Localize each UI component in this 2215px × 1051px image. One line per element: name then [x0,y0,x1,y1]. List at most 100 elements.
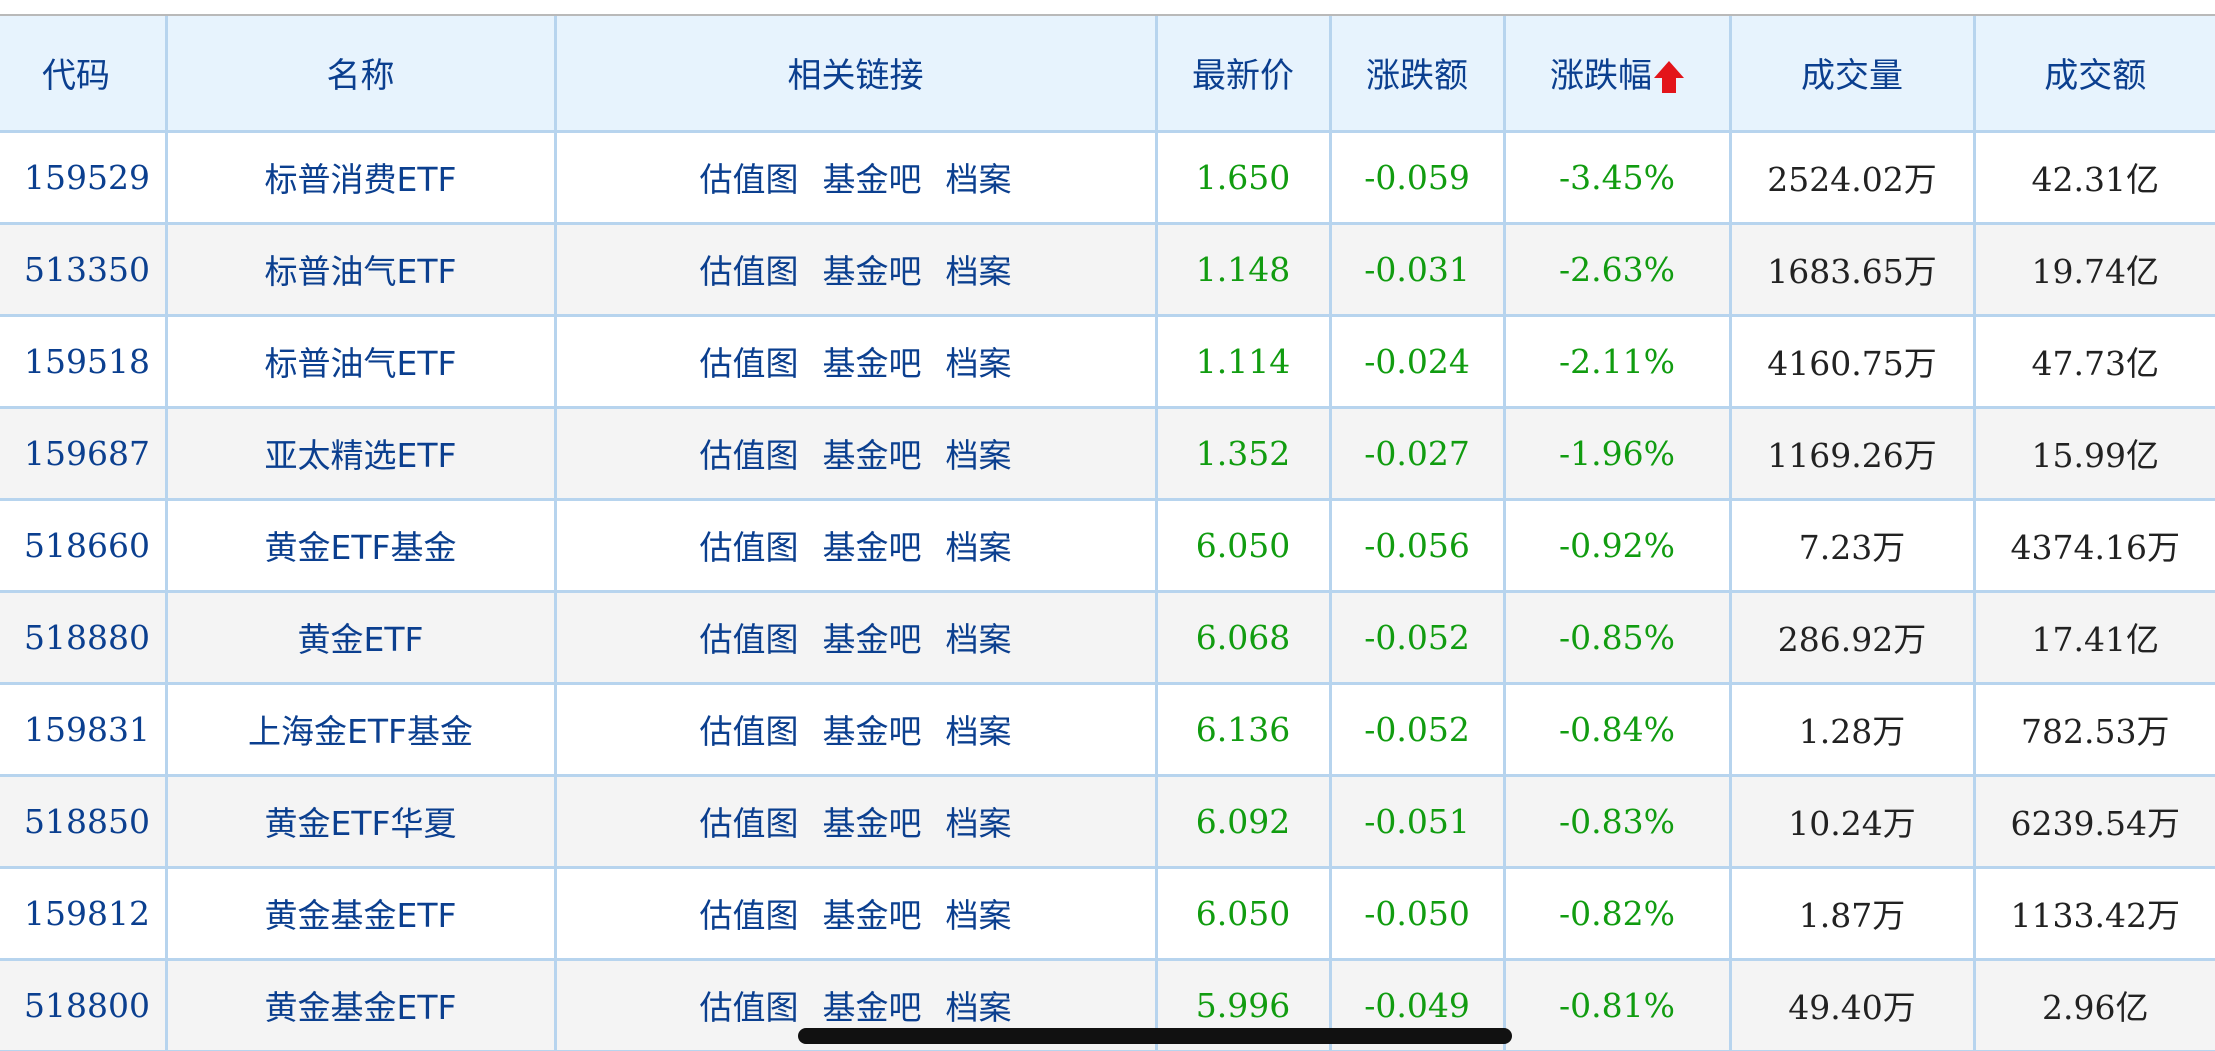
fund-name-link[interactable]: 黄金ETF基金 [166,499,557,593]
valuation-chart-link[interactable]: 估值图 [700,252,799,291]
fund-forum-link[interactable]: 基金吧 [823,620,922,659]
fund-profile-link[interactable]: 档案 [946,804,1012,843]
fund-profile-link[interactable]: 档案 [946,436,1012,475]
trade-volume: 10.24万 [1730,775,1976,869]
header-pct[interactable]: 涨跌幅 [1504,16,1732,133]
fund-code-link[interactable]: 518850 [0,775,168,869]
table-row[interactable]: 159687 亚太精选ETF 估值图 基金吧 档案 1.352 -0.027 -1.96% 11… [0,407,2215,501]
fund-code-link[interactable]: 159529 [0,131,168,225]
table-row[interactable]: 159812 黄金基金ETF 估值图 基金吧 档案 6.050 -0.050 -0.82% 1.… [0,867,2215,961]
table-row[interactable]: 159831 上海金ETF基金 估值图 基金吧 档案 6.136 -0.052 -0.84% 1… [0,683,2215,777]
fund-forum-link[interactable]: 基金吧 [823,988,922,1027]
fund-name-link[interactable]: 黄金基金ETF [166,867,557,961]
table-row[interactable]: 159518 标普油气ETF 估值图 基金吧 档案 1.114 -0.024 -2.11% 41… [0,315,2215,409]
header-price[interactable]: 最新价 [1156,16,1332,133]
fund-profile-link[interactable]: 档案 [946,160,1012,199]
fund-forum-link[interactable]: 基金吧 [823,436,922,475]
fund-code-link[interactable]: 518660 [0,499,168,593]
latest-price: 6.050 [1156,499,1332,593]
change-amount: -0.024 [1330,315,1506,409]
table-row[interactable]: 518660 黄金ETF基金 估值图 基金吧 档案 6.050 -0.056 -0.92% 7.… [0,499,2215,593]
trade-amount: 6239.54万 [1974,775,2215,869]
related-links-cell: 估值图 基金吧 档案 [555,315,1158,409]
fund-name-link[interactable]: 标普油气ETF [166,223,557,317]
valuation-chart-link[interactable]: 估值图 [700,896,799,935]
latest-price: 1.148 [1156,223,1332,317]
table-row[interactable]: 518880 黄金ETF 估值图 基金吧 档案 6.068 -0.052 -0.85% 286.… [0,591,2215,685]
fund-forum-link[interactable]: 基金吧 [823,712,922,751]
home-indicator-bar[interactable] [798,1028,1512,1044]
fund-forum-link[interactable]: 基金吧 [823,528,922,567]
related-links-cell: 估值图 基金吧 档案 [555,591,1158,685]
trade-volume: 7.23万 [1730,499,1976,593]
fund-profile-link[interactable]: 档案 [946,252,1012,291]
fund-name-link[interactable]: 黄金基金ETF [166,959,557,1051]
fund-code-link[interactable]: 159687 [0,407,168,501]
table-header-row: 代码 名称 相关链接 最新价 涨跌额 涨跌幅 成交量 成交额 [0,16,2215,133]
trade-volume: 1169.26万 [1730,407,1976,501]
valuation-chart-link[interactable]: 估值图 [700,436,799,475]
fund-forum-link[interactable]: 基金吧 [823,896,922,935]
fund-code-link[interactable]: 513350 [0,223,168,317]
header-name[interactable]: 名称 [166,16,557,133]
table-row[interactable]: 513350 标普油气ETF 估值图 基金吧 档案 1.148 -0.031 -2.63% 16… [0,223,2215,317]
trade-volume: 4160.75万 [1730,315,1976,409]
fund-forum-link[interactable]: 基金吧 [823,160,922,199]
trade-amount: 42.31亿 [1974,131,2215,225]
fund-code-link[interactable]: 159518 [0,315,168,409]
fund-code-link[interactable]: 518880 [0,591,168,685]
change-percent: -2.11% [1504,315,1732,409]
fund-forum-link[interactable]: 基金吧 [823,804,922,843]
valuation-chart-link[interactable]: 估值图 [700,804,799,843]
fund-forum-link[interactable]: 基金吧 [823,252,922,291]
table-row[interactable]: 518850 黄金ETF华夏 估值图 基金吧 档案 6.092 -0.051 -0.83% 10… [0,775,2215,869]
latest-price: 6.092 [1156,775,1332,869]
change-amount: -0.052 [1330,591,1506,685]
fund-code-link[interactable]: 518800 [0,959,168,1051]
latest-price: 6.136 [1156,683,1332,777]
valuation-chart-link[interactable]: 估值图 [700,712,799,751]
fund-profile-link[interactable]: 档案 [946,528,1012,567]
fund-code-link[interactable]: 159831 [0,683,168,777]
fund-name-link[interactable]: 标普消费ETF [166,131,557,225]
sort-up-arrow-icon[interactable] [1654,60,1684,95]
trade-volume: 1.87万 [1730,867,1976,961]
fund-profile-link[interactable]: 档案 [946,988,1012,1027]
top-divider [0,0,2215,16]
valuation-chart-link[interactable]: 估值图 [700,528,799,567]
header-volume[interactable]: 成交量 [1730,16,1976,133]
valuation-chart-link[interactable]: 估值图 [700,620,799,659]
fund-profile-link[interactable]: 档案 [946,896,1012,935]
fund-name-link[interactable]: 黄金ETF [166,591,557,685]
change-amount: -0.059 [1330,131,1506,225]
fund-name-link[interactable]: 黄金ETF华夏 [166,775,557,869]
latest-price: 1.352 [1156,407,1332,501]
header-pct-label: 涨跌幅 [1550,56,1652,97]
fund-name-link[interactable]: 亚太精选ETF [166,407,557,501]
valuation-chart-link[interactable]: 估值图 [700,160,799,199]
fund-code-link[interactable]: 159812 [0,867,168,961]
change-percent: -0.92% [1504,499,1732,593]
header-change[interactable]: 涨跌额 [1330,16,1506,133]
header-amount[interactable]: 成交额 [1974,16,2215,133]
valuation-chart-link[interactable]: 估值图 [700,344,799,383]
fund-profile-link[interactable]: 档案 [946,712,1012,751]
change-percent: -0.84% [1504,683,1732,777]
fund-profile-link[interactable]: 档案 [946,344,1012,383]
fund-profile-link[interactable]: 档案 [946,620,1012,659]
trade-volume: 1683.65万 [1730,223,1976,317]
fund-name-link[interactable]: 标普油气ETF [166,315,557,409]
fund-name-link[interactable]: 上海金ETF基金 [166,683,557,777]
valuation-chart-link[interactable]: 估值图 [700,988,799,1027]
change-percent: -1.96% [1504,407,1732,501]
table-row[interactable]: 159529 标普消费ETF 估值图 基金吧 档案 1.650 -0.059 -3.45% 25… [0,131,2215,225]
change-amount: -0.050 [1330,867,1506,961]
change-amount: -0.056 [1330,499,1506,593]
fund-forum-link[interactable]: 基金吧 [823,344,922,383]
header-links: 相关链接 [555,16,1158,133]
header-code[interactable]: 代码 [0,16,168,133]
trade-volume: 2524.02万 [1730,131,1976,225]
table-body: 159529 标普消费ETF 估值图 基金吧 档案 1.650 -0.059 -3.45% 25… [0,131,2215,1051]
latest-price: 6.050 [1156,867,1332,961]
latest-price: 1.650 [1156,131,1332,225]
